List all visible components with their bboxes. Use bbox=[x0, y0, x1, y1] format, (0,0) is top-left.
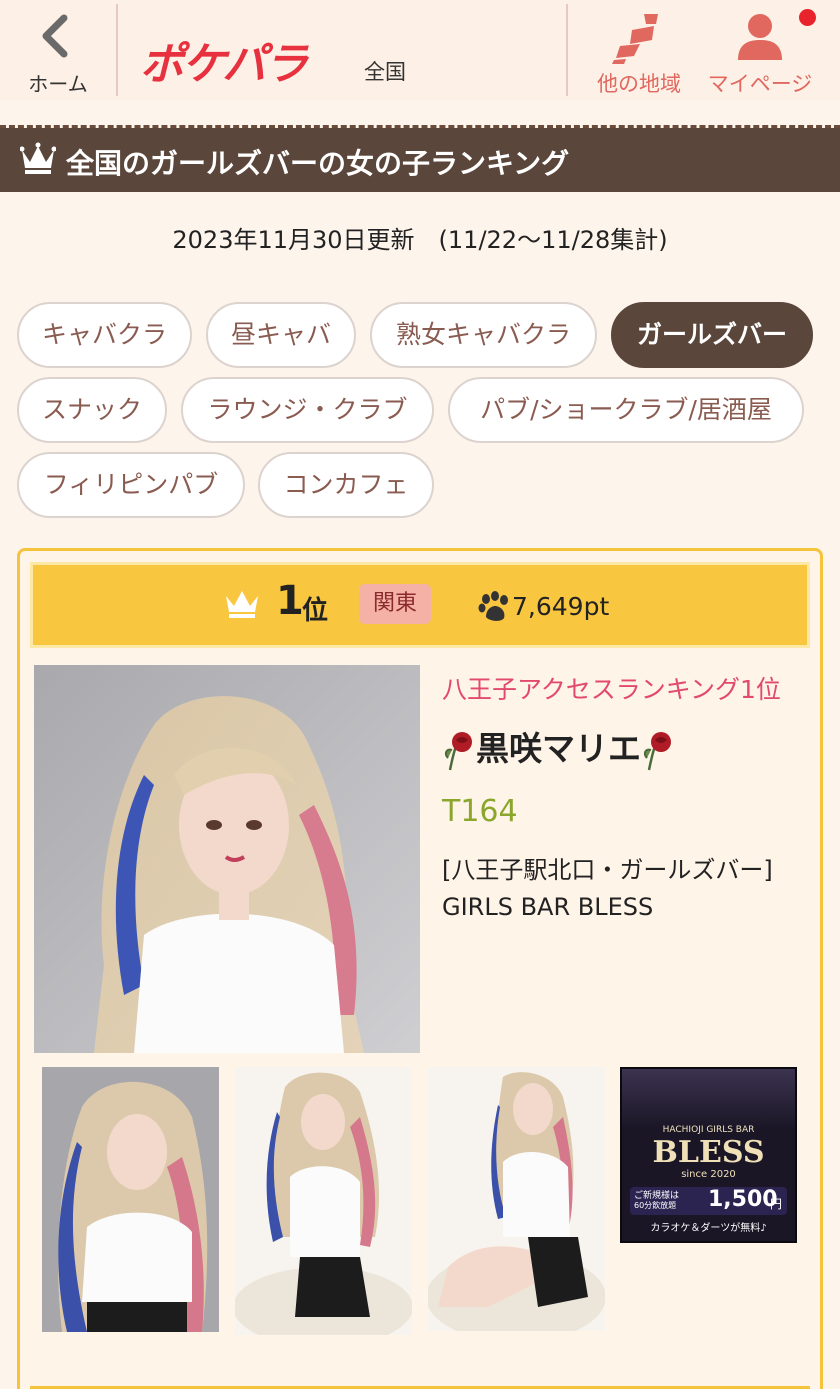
girl-main-photo[interactable] bbox=[34, 665, 420, 1053]
category-snack[interactable]: スナック bbox=[17, 377, 167, 443]
banner-bar-image bbox=[622, 1069, 795, 1129]
category-pub-show-club[interactable]: パブ/ショークラブ/居酒屋 bbox=[448, 377, 804, 443]
banner-promo-box: ご新規様は 60分飲放題 1,500 円 bbox=[630, 1187, 787, 1215]
home-label: ホーム bbox=[28, 72, 88, 96]
category-lounge-club[interactable]: ラウンジ・クラブ bbox=[181, 377, 434, 443]
category-jukujo-kyabakura[interactable]: 熟女キャバクラ bbox=[370, 302, 597, 368]
japan-map-icon bbox=[612, 14, 658, 64]
banner-promo-unit: 円 bbox=[770, 1197, 783, 1211]
rank-suffix: 位 bbox=[302, 596, 329, 626]
shop-location: [八王子駅北口・ガールズバー] bbox=[442, 856, 773, 884]
ranking-points: 7,649pt bbox=[512, 592, 610, 621]
mypage-label: マイページ bbox=[707, 72, 813, 96]
crown-icon bbox=[20, 142, 56, 174]
rose-icon bbox=[643, 731, 671, 770]
access-rank-label: 八王子アクセスランキング1位 bbox=[442, 675, 781, 704]
user-icon bbox=[738, 14, 782, 60]
ranking-title-bar: 全国のガールズバーの女の子ランキング bbox=[0, 128, 840, 192]
category-concafe[interactable]: コンカフェ bbox=[258, 452, 434, 518]
area-badge: 関東 bbox=[359, 584, 431, 624]
category-girls-bar[interactable]: ガールズバー bbox=[611, 302, 813, 368]
category-hiru-kyaba[interactable]: 昼キャバ bbox=[206, 302, 356, 368]
banner-promo-price: 1,500 bbox=[708, 1187, 778, 1212]
banner-brand: BLESS bbox=[652, 1135, 765, 1170]
page-title: 全国のガールズバーの女の子ランキング bbox=[66, 147, 570, 180]
other-region-label: 他の地域 bbox=[597, 72, 681, 96]
thumbnail-photo-3[interactable] bbox=[428, 1067, 605, 1331]
update-date: 2023年11月30日更新 (11/22〜11/28集計) bbox=[172, 226, 668, 254]
thumbnail-photo-1[interactable] bbox=[42, 1067, 219, 1332]
banner-area-text: HACHIOJI GIRLS BAR bbox=[662, 1125, 755, 1135]
category-philippine-pub[interactable]: フィリピンパブ bbox=[17, 452, 245, 518]
home-button[interactable]: ホーム bbox=[0, 0, 116, 100]
app-header: ホーム ポケパラ 全国 他の地域 マイページ bbox=[0, 0, 840, 100]
rose-icon bbox=[444, 731, 472, 770]
banner-promo-time: 60分飲放題 bbox=[634, 1201, 677, 1210]
chevron-left-icon bbox=[42, 14, 68, 58]
girl-name-text: 黒咲マリエ bbox=[476, 729, 641, 768]
banner-promo-note: カラオケ＆ダーツが無料♪ bbox=[650, 1223, 767, 1234]
girl-name[interactable]: 黒咲マリエ bbox=[442, 722, 675, 772]
logo-region-label: 全国 bbox=[364, 60, 406, 84]
shop-banner[interactable]: HACHIOJI GIRLS BAR BLESS since 2020 ご新規様… bbox=[620, 1067, 797, 1243]
crown-icon bbox=[226, 591, 258, 618]
shop-name[interactable]: GIRLS BAR BLESS bbox=[442, 893, 653, 921]
divider bbox=[116, 4, 118, 96]
girl-height: T164 bbox=[442, 794, 518, 829]
divider bbox=[566, 4, 568, 96]
thumbnail-photo-2[interactable] bbox=[235, 1067, 412, 1335]
other-region-button[interactable]: 他の地域 bbox=[580, 0, 698, 100]
rank-number: 1 bbox=[276, 578, 304, 624]
category-kyabakura[interactable]: キャバクラ bbox=[17, 302, 192, 368]
notification-badge bbox=[799, 9, 816, 26]
site-logo[interactable]: ポケパラ bbox=[140, 28, 308, 92]
banner-since: since 2020 bbox=[681, 1169, 736, 1180]
paw-icon bbox=[478, 591, 508, 621]
